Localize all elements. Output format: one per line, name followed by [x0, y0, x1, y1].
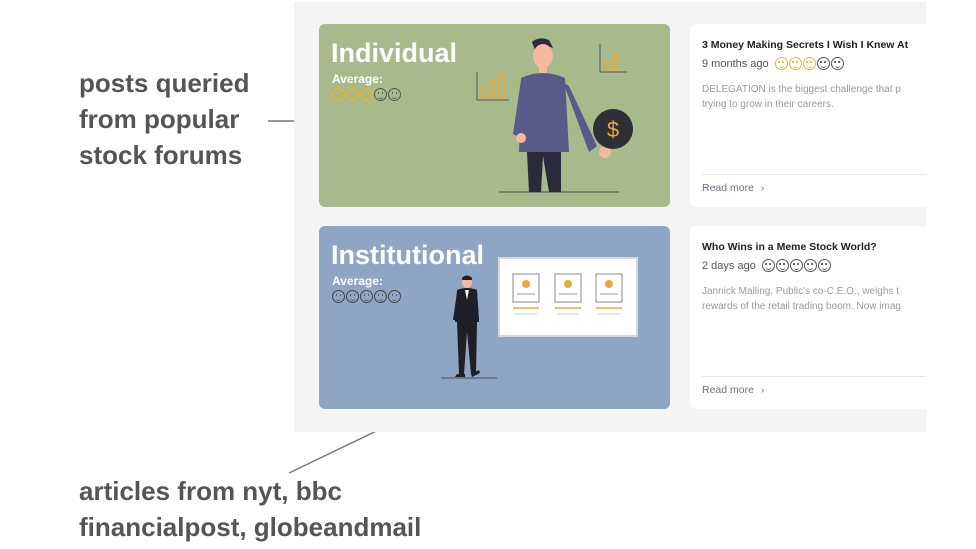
category-title: Individual — [331, 38, 458, 68]
sentiment-panel: Individual Average: $ Institutional Aver… — [294, 2, 926, 432]
annotation-articles: articles from nyt, bbc financialpost, gl… — [79, 473, 421, 545]
smiley-face-icon — [789, 259, 803, 272]
person-figure — [513, 38, 611, 192]
smiley-face-icon — [388, 88, 401, 101]
dollar-coin-icon: $ — [593, 109, 633, 149]
smiley-face-icon — [374, 290, 387, 303]
article-rating — [774, 57, 844, 70]
read-more-label: Read more — [702, 182, 754, 194]
smiley-face-icon — [774, 57, 788, 70]
category-card-institutional[interactable]: Institutional Average: — [319, 226, 670, 409]
article-title[interactable]: Who Wins in a Meme Stock World? — [702, 241, 877, 253]
excerpt-line: DELEGATION is the biggest challenge that… — [702, 84, 901, 95]
annotation-line: financialpost, globeandmail — [79, 512, 422, 542]
article-card[interactable]: 3 Money Making Secrets I Wish I Knew At … — [690, 24, 926, 207]
bar-chart-icon — [599, 44, 627, 73]
read-more-link[interactable]: Read more › — [702, 182, 764, 194]
smiley-face-icon — [775, 259, 789, 272]
smiley-face-icon — [802, 57, 816, 70]
read-more-label: Read more — [702, 384, 754, 396]
annotation-forums: posts queried from popular stock forums — [79, 65, 249, 173]
smiley-face-icon — [830, 57, 844, 70]
smiley-face-icon — [788, 57, 802, 70]
businessman-illustration — [441, 257, 638, 379]
article-meta: 9 months ago — [702, 57, 844, 70]
article-title[interactable]: 3 Money Making Secrets I Wish I Knew At — [702, 39, 908, 51]
smiley-face-icon — [816, 57, 830, 70]
smiley-face-icon — [374, 88, 387, 101]
bar-chart-icon — [476, 72, 509, 101]
article-excerpt: DELEGATION is the biggest challenge that… — [702, 82, 926, 112]
annotation-line: stock forums — [79, 140, 243, 170]
article-rating — [761, 259, 831, 272]
average-rating — [332, 290, 401, 303]
chevron-right-icon: › — [760, 182, 765, 194]
excerpt-line: trying to grow in their careers. — [702, 99, 834, 110]
smiley-face-icon — [761, 259, 775, 272]
smiley-face-icon — [803, 259, 817, 272]
smiley-face-icon — [332, 290, 345, 303]
category-card-individual[interactable]: Individual Average: $ — [319, 24, 670, 207]
smiley-face-icon — [360, 88, 373, 101]
annotation-line: from popular — [79, 104, 240, 134]
investor-illustration: $ — [476, 38, 633, 193]
annotation-line: articles from nyt, bbc — [79, 476, 342, 506]
average-rating — [332, 88, 401, 101]
article-excerpt: Jannick Malling, Public's co-C.E.O., wei… — [702, 284, 926, 314]
smiley-face-icon — [817, 259, 831, 272]
article-time: 9 months ago — [702, 57, 769, 70]
chevron-right-icon: › — [760, 384, 765, 396]
average-label: Average: — [332, 72, 383, 86]
excerpt-line: Jannick Malling, Public's co-C.E.O., wei… — [702, 286, 899, 297]
svg-text:$: $ — [607, 117, 619, 142]
divider — [702, 174, 926, 175]
smiley-face-icon — [388, 290, 401, 303]
article-meta: 2 days ago — [702, 259, 831, 272]
annotation-line: posts queried — [79, 68, 250, 98]
businessman-figure — [453, 275, 480, 377]
divider — [702, 376, 926, 377]
read-more-link[interactable]: Read more › — [702, 384, 764, 396]
excerpt-line: rewards of the retail trading boom. Now … — [702, 301, 901, 312]
smiley-face-icon — [346, 88, 359, 101]
article-card[interactable]: Who Wins in a Meme Stock World? 2 days a… — [690, 226, 926, 409]
article-time: 2 days ago — [702, 259, 756, 272]
smiley-face-icon — [346, 290, 359, 303]
presentation-board — [498, 257, 638, 337]
smiley-face-icon — [332, 88, 345, 101]
average-label: Average: — [332, 274, 383, 288]
smiley-face-icon — [360, 290, 373, 303]
